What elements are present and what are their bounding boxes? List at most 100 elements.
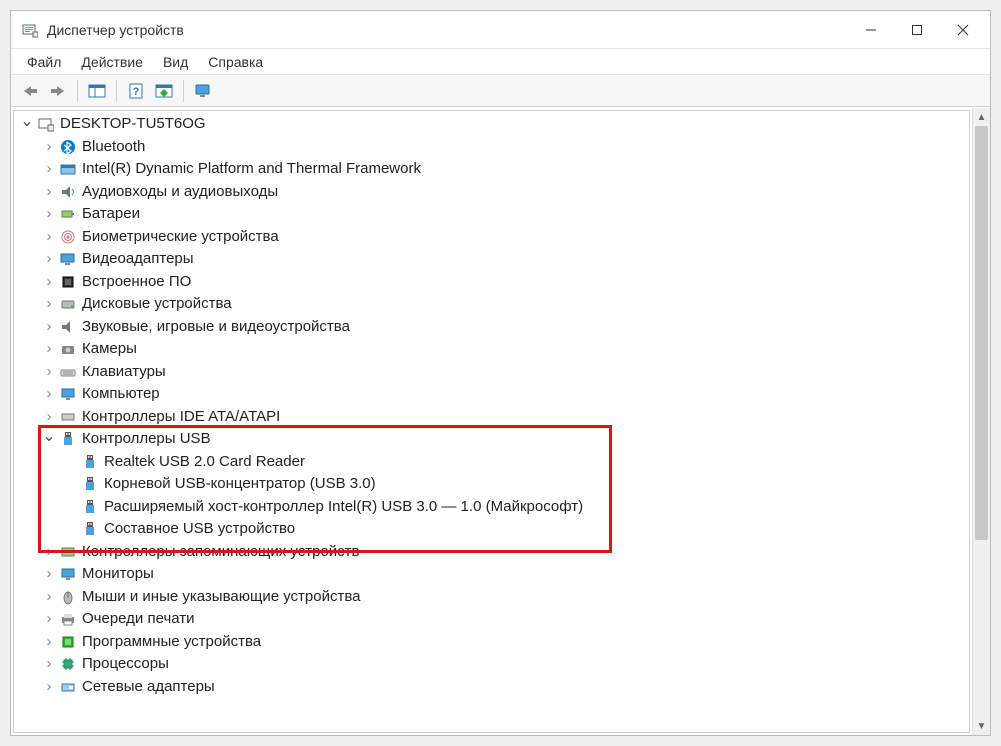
network-adapter-icon: [58, 678, 78, 696]
app-icon: [21, 21, 39, 39]
tree-item-usb-realtek[interactable]: Realtek USB 2.0 Card Reader: [14, 451, 969, 474]
camera-icon: [58, 340, 78, 358]
chevron-right-icon[interactable]: [42, 541, 56, 564]
chevron-right-icon[interactable]: [42, 248, 56, 271]
chevron-right-icon[interactable]: [42, 316, 56, 339]
tree-label: Мониторы: [82, 563, 154, 586]
tree-label: Биометрические устройства: [82, 226, 279, 249]
menu-file[interactable]: Файл: [17, 51, 71, 73]
menu-view[interactable]: Вид: [153, 51, 198, 73]
tree-item-keyboards[interactable]: Клавиатуры: [14, 361, 969, 384]
menu-action[interactable]: Действие: [71, 51, 153, 73]
chevron-right-icon[interactable]: [42, 136, 56, 159]
monitor-icon: [58, 385, 78, 403]
tree-item-display[interactable]: Видеоадаптеры: [14, 248, 969, 271]
bluetooth-icon: [58, 138, 78, 156]
tree-label: Встроенное ПО: [82, 271, 191, 294]
tree-item-firmware[interactable]: Встроенное ПО: [14, 271, 969, 294]
tree-label: Дисковые устройства: [82, 293, 232, 316]
chevron-right-icon[interactable]: [42, 383, 56, 406]
tree-label: Компьютер: [82, 383, 160, 406]
scroll-down-button[interactable]: ▼: [973, 717, 990, 735]
battery-icon: [58, 205, 78, 223]
chevron-down-icon[interactable]: [20, 113, 34, 136]
tree-item-usb-roothub[interactable]: Корневой USB-концентратор (USB 3.0): [14, 473, 969, 496]
help-button[interactable]: ?: [123, 78, 149, 104]
tree-item-cameras[interactable]: Камеры: [14, 338, 969, 361]
menu-help[interactable]: Справка: [198, 51, 273, 73]
tree-label: Очереди печати: [82, 608, 195, 631]
mouse-icon: [58, 588, 78, 606]
tree-container: DESKTOP-TU5T6OG Bluetooth Intel(R) Dynam…: [13, 110, 970, 733]
tree-item-dptf[interactable]: Intel(R) Dynamic Platform and Thermal Fr…: [14, 158, 969, 181]
chevron-right-icon[interactable]: [42, 563, 56, 586]
show-hide-tree-button[interactable]: [84, 78, 110, 104]
tree-label: Сетевые адаптеры: [82, 676, 215, 699]
sound-icon: [58, 318, 78, 336]
chevron-right-icon[interactable]: [42, 586, 56, 609]
tree-item-monitors[interactable]: Мониторы: [14, 563, 969, 586]
tree-label: Аудиовходы и аудиовыходы: [82, 181, 278, 204]
tree-item-computer[interactable]: Компьютер: [14, 383, 969, 406]
tree-item-usb-composite[interactable]: Составное USB устройство: [14, 518, 969, 541]
tree-item-batteries[interactable]: Батареи: [14, 203, 969, 226]
tree-item-ide[interactable]: Контроллеры IDE ATA/ATAPI: [14, 406, 969, 429]
tree-item-disks[interactable]: Дисковые устройства: [14, 293, 969, 316]
tree-label: Корневой USB-концентратор (USB 3.0): [104, 473, 376, 496]
system-device-icon: [58, 160, 78, 178]
forward-button[interactable]: [45, 78, 71, 104]
chevron-right-icon[interactable]: [42, 226, 56, 249]
tree-label: Батареи: [82, 203, 140, 226]
tree-label: Расширяемый хост-контроллер Intel(R) USB…: [104, 496, 583, 519]
maximize-button[interactable]: [894, 13, 940, 47]
tree-label: Контроллеры IDE ATA/ATAPI: [82, 406, 280, 429]
disk-icon: [58, 295, 78, 313]
chevron-right-icon[interactable]: [42, 653, 56, 676]
chevron-right-icon[interactable]: [42, 158, 56, 181]
chevron-right-icon[interactable]: [42, 608, 56, 631]
vertical-scrollbar[interactable]: ▲ ▼: [972, 108, 990, 735]
scrollbar-thumb[interactable]: [975, 126, 988, 540]
usb-icon: [80, 520, 100, 538]
tree-label: DESKTOP-TU5T6OG: [60, 113, 206, 136]
tree-item-printq[interactable]: Очереди печати: [14, 608, 969, 631]
tree-item-netadapters[interactable]: Сетевые адаптеры: [14, 676, 969, 699]
content-area: DESKTOP-TU5T6OG Bluetooth Intel(R) Dynam…: [11, 107, 990, 735]
chevron-right-icon[interactable]: [42, 361, 56, 384]
toolbar: ?: [11, 75, 990, 107]
ide-icon: [58, 408, 78, 426]
chevron-right-icon[interactable]: [42, 676, 56, 699]
tree-item-audio[interactable]: Аудиовходы и аудиовыходы: [14, 181, 969, 204]
chevron-right-icon[interactable]: [42, 271, 56, 294]
tree-item-mice[interactable]: Мыши и иные указывающие устройства: [14, 586, 969, 609]
chevron-right-icon[interactable]: [42, 181, 56, 204]
chevron-right-icon[interactable]: [42, 338, 56, 361]
tree-item-storage-controllers[interactable]: Контроллеры запоминающих устройств: [14, 541, 969, 564]
tree-item-soundgame[interactable]: Звуковые, игровые и видеоустройства: [14, 316, 969, 339]
tree-item-cpus[interactable]: Процессоры: [14, 653, 969, 676]
scrollbar-track[interactable]: [973, 126, 990, 717]
tree-label: Realtek USB 2.0 Card Reader: [104, 451, 305, 474]
chevron-right-icon[interactable]: [42, 203, 56, 226]
device-tree[interactable]: DESKTOP-TU5T6OG Bluetooth Intel(R) Dynam…: [14, 111, 969, 732]
display-adapter-icon: [58, 250, 78, 268]
back-button[interactable]: [17, 78, 43, 104]
minimize-button[interactable]: [848, 13, 894, 47]
chevron-right-icon[interactable]: [42, 406, 56, 429]
tree-root[interactable]: DESKTOP-TU5T6OG: [14, 113, 969, 136]
chevron-right-icon[interactable]: [42, 293, 56, 316]
tree-label: Контроллеры USB: [82, 428, 211, 451]
scan-hardware-button[interactable]: [151, 78, 177, 104]
remote-computer-button[interactable]: [190, 78, 216, 104]
tree-item-software[interactable]: Программные устройства: [14, 631, 969, 654]
toolbar-separator: [183, 80, 184, 102]
tree-item-usb-xhci[interactable]: Расширяемый хост-контроллер Intel(R) USB…: [14, 496, 969, 519]
tree-item-bluetooth[interactable]: Bluetooth: [14, 136, 969, 159]
scroll-up-button[interactable]: ▲: [973, 108, 990, 126]
chevron-down-icon[interactable]: [42, 428, 56, 451]
tree-item-usb-controllers[interactable]: Контроллеры USB: [14, 428, 969, 451]
usb-icon: [80, 475, 100, 493]
chevron-right-icon[interactable]: [42, 631, 56, 654]
close-button[interactable]: [940, 13, 986, 47]
tree-item-biometric[interactable]: Биометрические устройства: [14, 226, 969, 249]
